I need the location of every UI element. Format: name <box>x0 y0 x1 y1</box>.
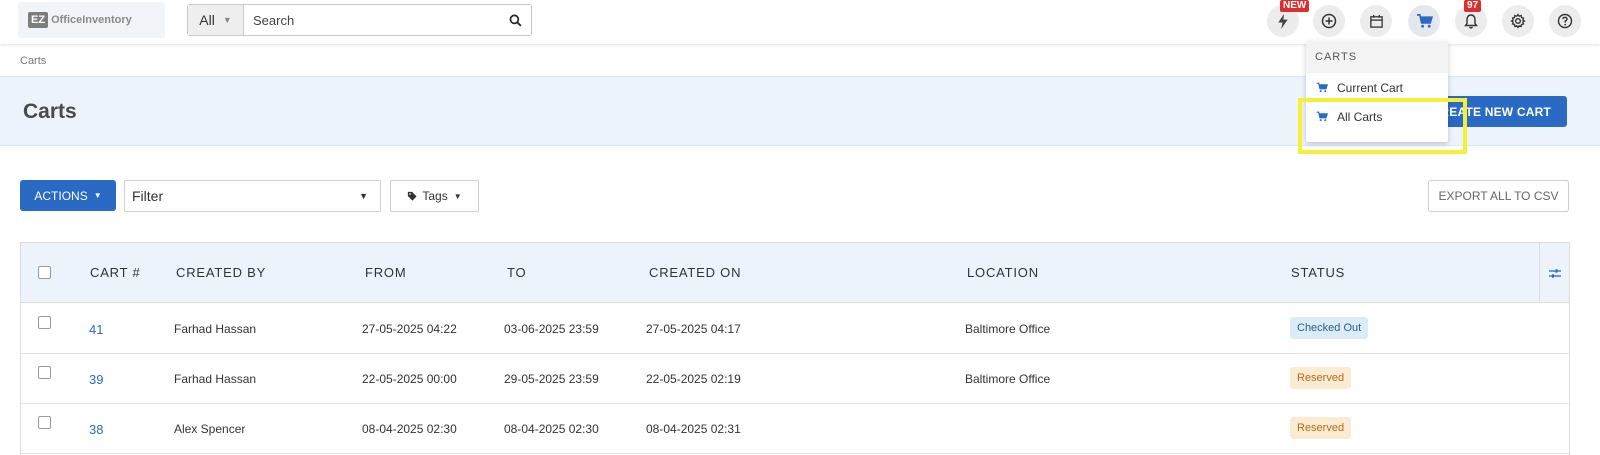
gear-icon[interactable] <box>1502 5 1534 37</box>
column-header[interactable]: STATUS <box>1291 265 1345 280</box>
column-header[interactable]: FROM <box>365 265 406 280</box>
top-bar: EZ OfficeInventory All ▼ NEW 97 <box>0 0 1600 44</box>
search-scope-value: All <box>199 12 215 28</box>
column-header[interactable]: CREATED BY <box>176 265 266 280</box>
table-row[interactable]: 41 Farhad Hassan 27-05-2025 04:22 03-06-… <box>21 304 1569 354</box>
to-cell: 03-06-2025 23:59 <box>504 322 599 336</box>
notification-count-badge: 97 <box>1464 0 1482 12</box>
carts-table: CART # CREATED BY FROM TO CREATED ON LOC… <box>20 242 1570 455</box>
menu-item-label: Current Cart <box>1337 80 1404 95</box>
table-row[interactable]: 39 Farhad Hassan 22-05-2025 00:00 29-05-… <box>21 354 1569 404</box>
dropdown-heading: CARTS <box>1306 41 1448 73</box>
new-badge: NEW <box>1280 0 1310 12</box>
menu-item-all-carts[interactable]: All Carts <box>1306 102 1448 131</box>
help-icon[interactable] <box>1549 5 1581 37</box>
location-cell: Baltimore Office <box>965 372 1051 386</box>
from-cell: 22-05-2025 00:00 <box>362 372 457 386</box>
status-badge: Reserved <box>1290 367 1352 389</box>
logo-mark: EZ <box>28 12 49 28</box>
status-badge: Reserved <box>1290 417 1352 439</box>
column-header[interactable]: LOCATION <box>967 265 1039 280</box>
menu-item-current-cart[interactable]: Current Cart <box>1306 73 1448 102</box>
cart-number-link[interactable]: 41 <box>89 322 103 337</box>
column-header[interactable]: TO <box>507 265 526 280</box>
created-on-cell: 27-05-2025 04:17 <box>646 322 741 336</box>
cart-icon <box>1316 82 1328 93</box>
table-row[interactable]: 38 Alex Spencer 08-04-2025 02:30 08-04-2… <box>21 404 1569 454</box>
from-cell: 27-05-2025 04:22 <box>362 322 457 336</box>
chevron-down-icon: ▼ <box>222 15 232 25</box>
to-cell: 08-04-2025 02:30 <box>504 422 599 436</box>
breadcrumb[interactable]: Carts <box>20 55 46 67</box>
actions-button[interactable]: ACTIONS ▼ <box>20 180 116 211</box>
carts-dropdown-menu: CARTS Current Cart All Carts <box>1306 41 1448 142</box>
from-cell: 08-04-2025 02:30 <box>362 422 457 436</box>
column-header[interactable]: CART # <box>90 265 141 280</box>
actions-label: ACTIONS <box>34 188 88 203</box>
created-by-cell: Alex Spencer <box>174 422 246 436</box>
created-by-cell: Farhad Hassan <box>174 322 257 336</box>
search-input[interactable] <box>244 5 499 35</box>
logo-name: OfficeInventory <box>51 14 132 26</box>
export-csv-button[interactable]: EXPORT ALL TO CSV <box>1428 180 1569 212</box>
cart-icon <box>1316 111 1328 122</box>
caret-down-icon: ▼ <box>359 191 368 201</box>
caret-down-icon: ▼ <box>93 191 102 200</box>
tags-label: Tags <box>422 189 448 203</box>
created-on-cell: 08-04-2025 02:31 <box>646 422 741 436</box>
column-settings-icon[interactable] <box>1539 243 1570 303</box>
caret-down-icon: ▼ <box>453 191 462 201</box>
column-header[interactable]: CREATED ON <box>649 265 741 280</box>
select-all-checkbox[interactable] <box>38 266 51 279</box>
cart-number-link[interactable]: 38 <box>89 422 103 437</box>
cart-icon[interactable] <box>1408 5 1440 37</box>
search-icon[interactable] <box>499 5 531 35</box>
search-bar: All ▼ <box>187 4 532 36</box>
tag-icon <box>408 191 417 201</box>
filter-value: Filter <box>132 188 164 204</box>
menu-item-label: All Carts <box>1337 109 1383 124</box>
table-header: CART # CREATED BY FROM TO CREATED ON LOC… <box>21 243 1569 303</box>
page-title: Carts <box>23 100 77 123</box>
location-cell: Baltimore Office <box>965 322 1051 336</box>
row-checkbox[interactable] <box>38 316 51 329</box>
calendar-icon[interactable] <box>1360 5 1392 37</box>
filter-select[interactable]: Filter ▼ <box>124 180 381 212</box>
app-logo[interactable]: EZ OfficeInventory <box>18 2 165 38</box>
row-checkbox[interactable] <box>38 366 51 379</box>
row-checkbox[interactable] <box>38 416 51 429</box>
created-by-cell: Farhad Hassan <box>174 372 257 386</box>
to-cell: 29-05-2025 23:59 <box>504 372 599 386</box>
tags-button[interactable]: Tags ▼ <box>390 180 479 212</box>
created-on-cell: 22-05-2025 02:19 <box>646 372 741 386</box>
search-scope-select[interactable]: All ▼ <box>188 5 244 35</box>
add-circle-icon[interactable] <box>1313 5 1345 37</box>
status-badge: Checked Out <box>1290 317 1369 339</box>
cart-number-link[interactable]: 39 <box>89 372 103 387</box>
